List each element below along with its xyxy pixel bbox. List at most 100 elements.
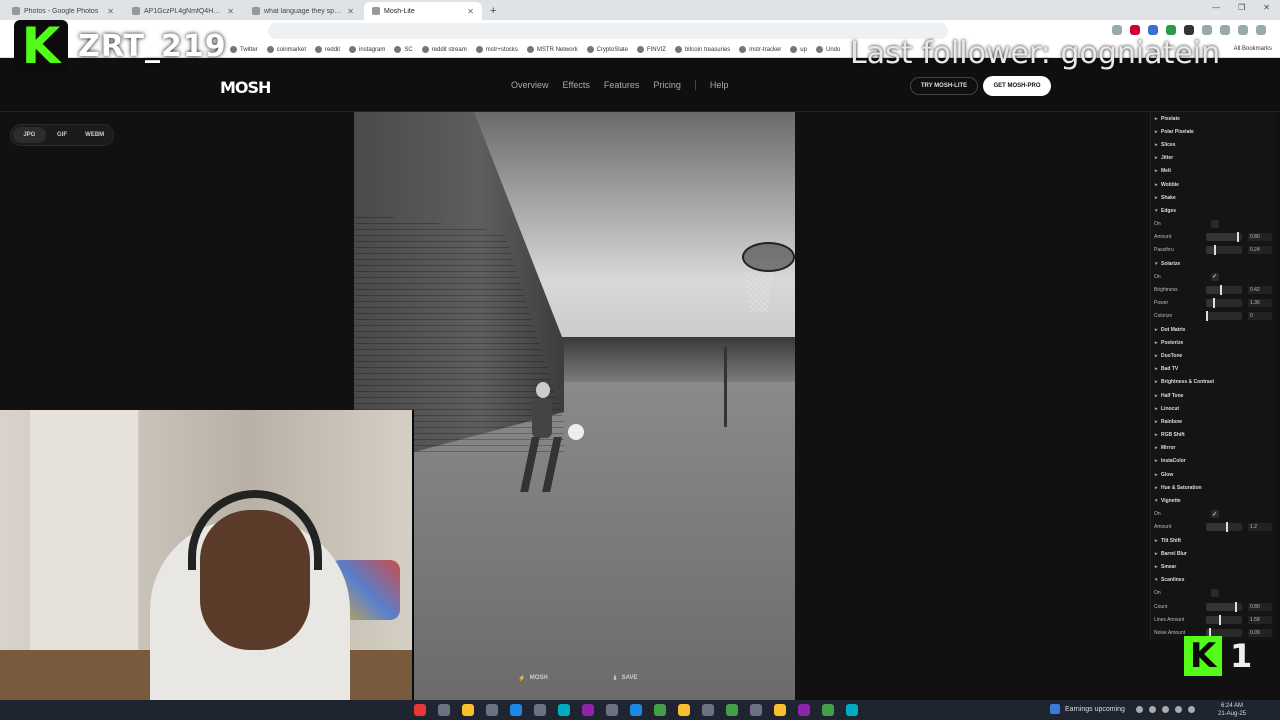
bookmark-item[interactable]: mstr-tracker xyxy=(739,46,781,53)
slider-thumb[interactable] xyxy=(1234,601,1237,612)
bookmark-item[interactable]: instagram xyxy=(349,46,385,53)
nav-link-overview[interactable]: Overview xyxy=(511,80,549,90)
app-icon[interactable] xyxy=(486,704,498,716)
close-tab-icon[interactable]: ✕ xyxy=(227,7,234,16)
slider-track[interactable] xyxy=(1206,311,1242,322)
tray-icon[interactable] xyxy=(1162,706,1169,713)
slider-value[interactable]: 0 xyxy=(1248,312,1272,321)
bookmark-item[interactable]: Twitter xyxy=(230,46,258,53)
close-window-icon[interactable]: ✕ xyxy=(1263,3,1270,12)
checkbox[interactable] xyxy=(1210,589,1219,598)
effect-section[interactable]: ▸ Linocut xyxy=(1151,402,1276,415)
volume-icon[interactable] xyxy=(1188,706,1195,713)
close-tab-icon[interactable]: ✕ xyxy=(347,7,354,16)
slider-value[interactable]: 1.2 xyxy=(1248,523,1272,532)
profile-avatar[interactable] xyxy=(1238,25,1248,35)
checkbox-checked[interactable]: ✓ xyxy=(1210,272,1219,281)
effect-section[interactable]: ▾ Edges xyxy=(1151,204,1276,217)
all-bookmarks[interactable]: All Bookmarks xyxy=(1234,46,1272,52)
effect-section[interactable]: ▸ Bad TV xyxy=(1151,363,1276,376)
format-tab-jpg[interactable]: JPG xyxy=(13,127,46,143)
effect-section[interactable]: ▸ Mirror xyxy=(1151,442,1276,455)
clock[interactable]: 6:24 AM 21-Aug-25 xyxy=(1218,702,1246,718)
browser-icon[interactable] xyxy=(510,704,522,716)
slider-track[interactable] xyxy=(1206,601,1242,612)
app-icon[interactable] xyxy=(822,704,834,716)
minimize-icon[interactable]: — xyxy=(1212,3,1220,12)
checkbox-checked[interactable]: ✓ xyxy=(1210,510,1219,519)
extension-icon[interactable] xyxy=(1202,25,1212,35)
effect-section[interactable]: ▾ Vignette xyxy=(1151,494,1276,507)
slider-value[interactable]: 0.42 xyxy=(1248,286,1272,295)
discord-icon[interactable] xyxy=(798,704,810,716)
slider-track[interactable] xyxy=(1206,245,1242,256)
extension-icon[interactable] xyxy=(1220,25,1230,35)
slider-track[interactable] xyxy=(1206,285,1242,296)
bookmark-item[interactable]: MSTR Network xyxy=(526,46,578,53)
close-tab-icon[interactable]: ✕ xyxy=(107,7,114,16)
slider-thumb[interactable] xyxy=(1226,522,1229,533)
effect-section[interactable]: ▸ Brightness & Contrast xyxy=(1151,376,1276,389)
effect-section[interactable]: ▸ Tilt Shift xyxy=(1151,534,1276,547)
effect-section[interactable]: ▸ Polar Pixelate xyxy=(1151,125,1276,138)
slider-thumb[interactable] xyxy=(1219,614,1222,625)
effect-section[interactable]: ▸ Dot Matrix xyxy=(1151,323,1276,336)
extension-icon[interactable] xyxy=(1130,25,1140,35)
slider-value[interactable]: 1.58 xyxy=(1248,615,1272,624)
effect-section[interactable]: ▸ Barrel Blur xyxy=(1151,547,1276,560)
slider-value[interactable]: 0.24 xyxy=(1248,246,1272,255)
slider-value[interactable]: 0.80 xyxy=(1248,233,1272,242)
effect-section[interactable]: ▸ Posterize xyxy=(1151,336,1276,349)
bookmark-item[interactable]: reddit xyxy=(315,46,340,53)
app-icon[interactable] xyxy=(774,704,786,716)
wifi-icon[interactable] xyxy=(1175,706,1182,713)
tray-icon[interactable] xyxy=(1149,706,1156,713)
effect-section[interactable]: ▸ Shake xyxy=(1151,191,1276,204)
image-canvas[interactable] xyxy=(354,112,795,700)
slider-thumb[interactable] xyxy=(1212,298,1215,309)
effect-section[interactable]: ▸ Slices xyxy=(1151,138,1276,151)
effect-section[interactable]: ▸ Wobble xyxy=(1151,178,1276,191)
slider-thumb[interactable] xyxy=(1236,232,1239,243)
star-icon[interactable] xyxy=(1112,25,1122,35)
maximize-icon[interactable]: ❐ xyxy=(1238,3,1245,12)
bookmark-item[interactable]: reddit stream xyxy=(421,46,467,53)
start-icon[interactable] xyxy=(414,704,426,716)
effect-section[interactable]: ▸ RGB Shift xyxy=(1151,429,1276,442)
slider-track[interactable] xyxy=(1206,614,1242,625)
messenger-icon[interactable] xyxy=(630,704,642,716)
effect-section[interactable]: ▸ InstaColor xyxy=(1151,455,1276,468)
save-button[interactable]: ⬇ SAVE xyxy=(597,670,653,686)
nav-link-effects[interactable]: Effects xyxy=(563,80,590,90)
get-mosh-pro-button[interactable]: GET MOSH-PRO xyxy=(983,76,1051,96)
slider-value[interactable]: 0.80 xyxy=(1248,602,1272,611)
browser-tab[interactable]: AP1GczPL4gNmfQ4Hx1bD5HI ✕ xyxy=(124,2,242,20)
format-tab-webm[interactable]: WEBM xyxy=(78,127,111,143)
nav-link-features[interactable]: Features xyxy=(604,80,640,90)
effect-section[interactable]: ▾ Scanlines xyxy=(1151,574,1276,587)
slider-thumb[interactable] xyxy=(1214,245,1217,256)
tray-icon[interactable] xyxy=(1136,706,1143,713)
app-icon[interactable] xyxy=(726,704,738,716)
bookmark-item[interactable]: up xyxy=(790,46,807,53)
browser-tab[interactable]: what language they speak in b ✕ xyxy=(244,2,362,20)
extension-icon[interactable] xyxy=(1148,25,1158,35)
app-icon[interactable] xyxy=(534,704,546,716)
effect-section[interactable]: ▸ Melt xyxy=(1151,165,1276,178)
app-icon[interactable] xyxy=(678,704,690,716)
format-tab-gif[interactable]: GIF xyxy=(46,127,79,143)
bookmark-item[interactable]: bitcoin treasuries xyxy=(674,46,730,53)
app-icon[interactable] xyxy=(750,704,762,716)
effect-section[interactable]: ▸ Pixelate xyxy=(1151,112,1276,125)
extension-icon[interactable] xyxy=(1166,25,1176,35)
slider-track[interactable] xyxy=(1206,232,1242,243)
folder-icon[interactable] xyxy=(462,704,474,716)
menu-icon[interactable] xyxy=(1256,25,1266,35)
new-tab-button[interactable]: + xyxy=(484,2,502,20)
mosh-button[interactable]: ⚡ MOSH xyxy=(505,670,561,686)
nav-link-help[interactable]: Help xyxy=(710,80,729,90)
effect-section[interactable]: ▸ Jitter xyxy=(1151,152,1276,165)
bookmark-item[interactable]: coinmarket xyxy=(266,46,306,53)
news-widget[interactable]: Earnings upcoming xyxy=(1050,704,1125,714)
app-icon[interactable] xyxy=(846,704,858,716)
